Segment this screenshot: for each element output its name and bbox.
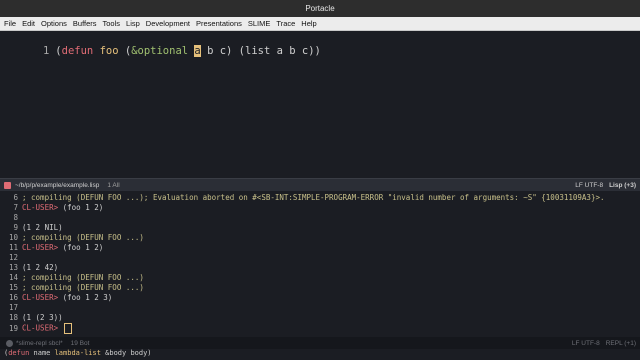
pencil-icon: [6, 339, 13, 347]
repl-output: (1 (2 3)): [22, 313, 63, 322]
echo-keyword: defun: [8, 349, 30, 357]
window-titlebar: Portacle: [0, 0, 640, 17]
repl-line-number: 19: [8, 323, 18, 333]
repl-line: 7 CL-USER> (foo 1 2): [0, 203, 103, 212]
echo-current-arg: lambda-list: [54, 349, 101, 357]
repl-comment: ; compiling (DEFUN FOO ...): [22, 283, 144, 292]
repl-line: 13 (1 2 42): [0, 263, 58, 272]
repl-line: 9 (1 2 NIL): [0, 223, 63, 232]
repl-comment: ; compiling (DEFUN FOO ...): [22, 233, 144, 242]
menu-item-tools[interactable]: Tools: [100, 19, 124, 28]
repl-line-number: 15: [8, 283, 18, 292]
code-token: b c) (list a b c)): [200, 45, 321, 57]
code-token: &optional: [131, 45, 189, 57]
code-line: 1 (defun foo (&optional a b c) (list a b …: [0, 33, 321, 69]
repl-buffer[interactable]: 6 ; compiling (DEFUN FOO ...); Evaluation…: [0, 191, 640, 337]
menu-item-file[interactable]: File: [0, 19, 19, 28]
encoding-indicator: LF UTF-8: [575, 181, 604, 189]
repl-comment: ; compiling (DEFUN FOO ...); Evaluation …: [22, 193, 605, 202]
repl-line: 12: [0, 253, 22, 262]
repl-line-number: 14: [8, 273, 18, 282]
menu-item-slime[interactable]: SLIME: [245, 19, 274, 28]
modeline-editor: ~/b/p/p/example/example.lisp 1 All LF UT…: [0, 178, 640, 191]
repl-line-number: 13: [8, 263, 18, 272]
repl-line: 11 CL-USER> (foo 1 2): [0, 243, 103, 252]
buffer-position: 1 All: [107, 181, 120, 189]
repl-line: 14 ; compiling (DEFUN FOO ...): [0, 273, 144, 282]
repl-line: 16 CL-USER> (foo 1 2 3): [0, 293, 112, 302]
repl-output: (1 2 42): [22, 263, 59, 272]
repl-prompt: CL-USER>: [22, 243, 63, 252]
save-disk-icon: [4, 181, 11, 189]
menu-item-development[interactable]: Development: [143, 19, 193, 28]
line-number: 1: [42, 45, 50, 57]
buffer-path: ~/b/p/p/example/example.lisp: [15, 181, 100, 189]
menu-item-presentations[interactable]: Presentations: [193, 19, 245, 28]
repl-line-number: 10: [8, 233, 18, 242]
repl-output: (1 2 NIL): [22, 223, 63, 232]
major-mode-indicator: Lisp (+3): [609, 181, 636, 189]
repl-line: 19 CL-USER>: [0, 323, 72, 334]
repl-line: 15 ; compiling (DEFUN FOO ...): [0, 283, 144, 292]
repl-input: (foo 1 2): [62, 203, 104, 212]
repl-line-number: 8: [13, 213, 18, 222]
repl-encoding: LF UTF-8: [571, 339, 600, 347]
repl-line-number: 18: [8, 313, 18, 322]
repl-buffer-name: *slime-repl sbcl*: [16, 339, 63, 347]
repl-line: 6 ; compiling (DEFUN FOO ...); Evaluation…: [0, 193, 604, 202]
menubar: File Edit Options Buffers Tools Lisp Developme…: [0, 17, 640, 31]
echo-text: &body body): [100, 349, 152, 357]
repl-prompt: CL-USER>: [22, 293, 63, 302]
repl-line: 8: [0, 213, 22, 222]
repl-line-number: 17: [8, 303, 18, 312]
repl-line-number: 7: [13, 203, 18, 212]
repl-line: 18 (1 (2 3)): [0, 313, 63, 322]
repl-line-number: 12: [8, 253, 18, 262]
repl-input: (foo 1 2 3): [62, 293, 113, 302]
menu-item-lisp[interactable]: Lisp: [123, 19, 143, 28]
repl-position: 19 Bot: [70, 339, 90, 347]
repl-cursor: [63, 323, 72, 334]
editor-buffer[interactable]: 1 (defun foo (&optional a b c) (list a b …: [0, 31, 640, 178]
repl-mode: REPL (+1): [605, 339, 636, 347]
repl-prompt: CL-USER>: [22, 203, 63, 212]
code-token: foo: [99, 45, 119, 57]
repl-input: (foo 1 2): [62, 243, 104, 252]
repl-line-number: 11: [8, 243, 18, 252]
repl-line-number: 16: [8, 293, 18, 302]
menu-item-options[interactable]: Options: [38, 19, 70, 28]
repl-line-number: 9: [13, 223, 18, 232]
menu-item-edit[interactable]: Edit: [19, 19, 38, 28]
repl-prompt: CL-USER>: [22, 323, 63, 333]
repl-line: 17: [0, 303, 22, 312]
echo-area: (defun name lambda-list &body body): [0, 349, 640, 360]
echo-text: name: [29, 349, 55, 357]
menu-item-buffers[interactable]: Buffers: [70, 19, 100, 28]
repl-line-number: 6: [13, 193, 18, 202]
repl-line: 10 ; compiling (DEFUN FOO ...): [0, 233, 144, 242]
code-token: defun: [61, 45, 94, 57]
repl-comment: ; compiling (DEFUN FOO ...): [22, 273, 144, 282]
window-title: Portacle: [305, 4, 335, 13]
menu-item-trace[interactable]: Trace: [273, 19, 298, 28]
menu-item-help[interactable]: Help: [298, 19, 319, 28]
code-token: (: [118, 45, 132, 57]
modeline-repl: *slime-repl sbcl* 19 Bot LF UTF-8 REPL (…: [0, 337, 640, 349]
